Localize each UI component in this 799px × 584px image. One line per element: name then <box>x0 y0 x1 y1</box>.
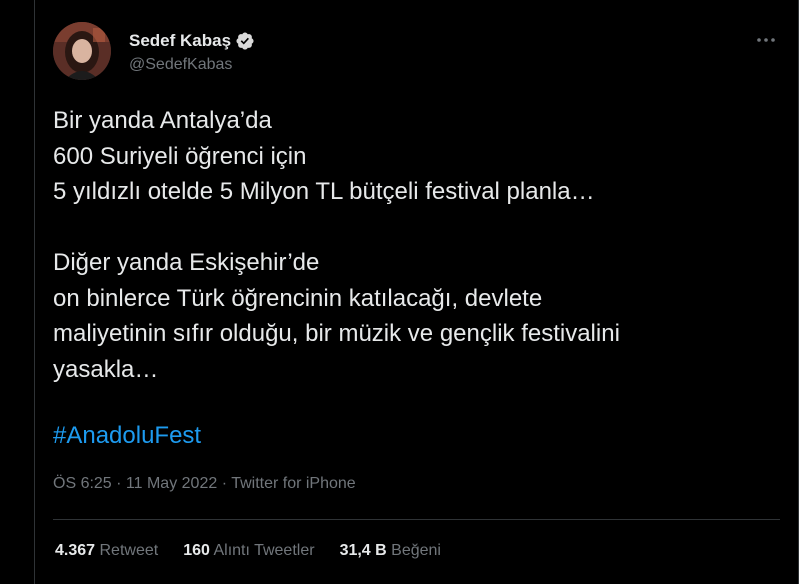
tweet-header: Sedef Kabaş @SedefKabas <box>53 22 780 82</box>
hashtag-link[interactable]: #AnadoluFest <box>53 418 201 453</box>
likes-stat[interactable]: 31,4 B Beğeni <box>340 542 441 560</box>
verified-badge-icon <box>235 31 255 51</box>
tweet-text: Bir yanda Antalya’da 600 Suriyeli öğrenc… <box>53 103 773 387</box>
tweet-line: yasakla… <box>53 355 159 383</box>
retweets-stat[interactable]: 4.367 Retweet <box>55 542 158 560</box>
tweet-stats: 4.367 Retweet 160 Alıntı Tweetler 31,4 B… <box>55 542 466 560</box>
display-name[interactable]: Sedef Kabaş <box>129 31 231 51</box>
divider <box>53 519 780 520</box>
avatar[interactable] <box>53 22 111 80</box>
more-horizontal-icon[interactable] <box>752 30 780 50</box>
tweet-line: 5 yıldızlı otelde 5 Milyon TL bütçeli fe… <box>53 178 595 205</box>
tweet-card: Sedef Kabaş @SedefKabas Bir yanda Antaly… <box>34 0 799 584</box>
tweet-line-break <box>53 210 773 246</box>
tweet-line: maliyetinin sıfır olduğu, bir müzik ve g… <box>53 320 620 347</box>
tweet-date[interactable]: 11 May 2022 <box>126 475 217 492</box>
tweet-line: on binlerce Türk öğrencinin katılacağı, … <box>53 284 543 312</box>
tweet-line: Diğer yanda Eskişehir’de <box>53 249 320 276</box>
retweets-label: Retweet <box>99 542 159 559</box>
tweet-line: 600 Suriyeli öğrenci için <box>53 142 307 170</box>
meta-separator: · <box>217 475 232 492</box>
quotes-stat[interactable]: 160 Alıntı Tweetler <box>183 542 314 560</box>
meta-separator: · <box>111 475 126 492</box>
tweet-line: Bir yanda Antalya’da <box>53 107 272 134</box>
user-handle[interactable]: @SedefKabas <box>129 56 255 74</box>
user-info: Sedef Kabaş @SedefKabas <box>129 30 255 74</box>
likes-label: Beğeni <box>391 542 441 559</box>
retweets-count: 4.367 <box>55 542 96 559</box>
quotes-label: Alıntı Tweetler <box>213 542 315 559</box>
tweet-source[interactable]: Twitter for iPhone <box>231 475 356 492</box>
likes-count: 31,4 B <box>339 542 387 559</box>
tweet-meta: ÖS 6:25 · 11 May 2022 · Twitter for iPho… <box>53 475 356 493</box>
quotes-count: 160 <box>183 542 210 559</box>
tweet-time[interactable]: ÖS 6:25 <box>53 475 112 492</box>
